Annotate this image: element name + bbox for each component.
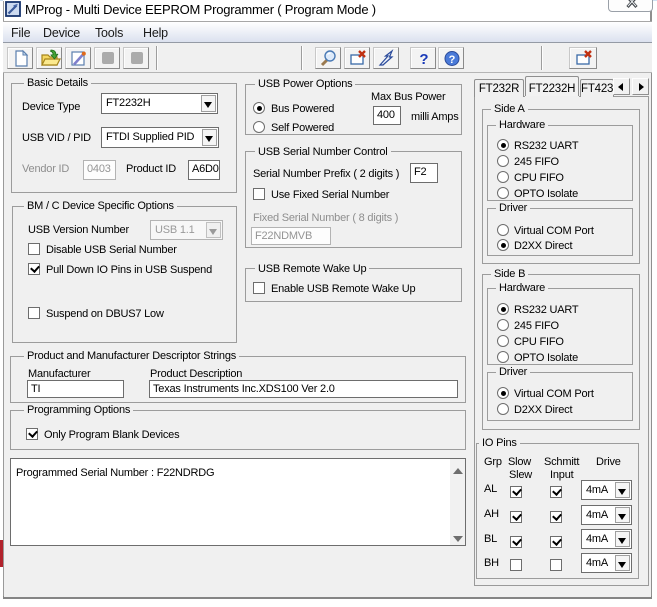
- svg-text:?: ?: [419, 51, 428, 68]
- svg-text:?: ?: [449, 54, 456, 66]
